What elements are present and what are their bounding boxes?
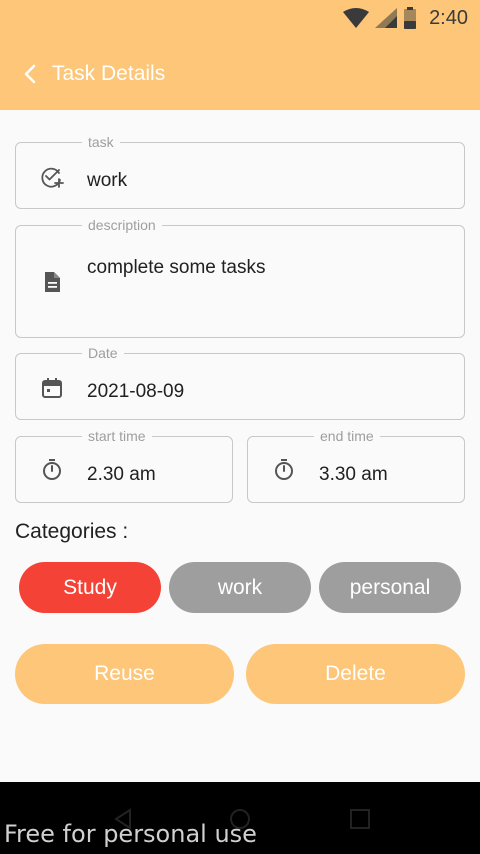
timer-icon	[275, 459, 293, 480]
delete-button[interactable]: Delete	[246, 644, 465, 704]
status-time: 2:40	[429, 6, 468, 29]
end-time-label: end time	[314, 428, 380, 444]
task-field[interactable]: task work	[15, 134, 465, 209]
date-field[interactable]: Date 2021-08-09	[15, 345, 465, 420]
start-time-value: 2.30 am	[87, 464, 156, 485]
end-time-value: 3.30 am	[319, 464, 388, 485]
delete-button-label: Delete	[325, 662, 386, 685]
wifi-icon	[343, 8, 370, 28]
category-chip-study[interactable]: Study	[19, 562, 161, 613]
watermark-text: Free for personal use	[4, 820, 257, 848]
status-bar: 2:40	[343, 6, 468, 30]
description-field[interactable]: description complete some tasks	[15, 217, 465, 338]
app-bar: 2:40 Task Details	[0, 0, 480, 110]
category-chip-label: personal	[349, 575, 431, 599]
chevron-left-icon	[24, 64, 36, 84]
category-chip-label: Study	[63, 575, 117, 599]
reuse-button-label: Reuse	[94, 662, 155, 685]
back-button[interactable]	[16, 60, 44, 88]
date-label: Date	[82, 345, 124, 361]
page-title: Task Details	[52, 62, 166, 85]
description-value: complete some tasks	[87, 257, 266, 278]
add-task-icon	[41, 167, 64, 188]
task-label: task	[82, 134, 120, 150]
recents-square-icon[interactable]	[349, 808, 371, 830]
category-chip-personal[interactable]: personal	[319, 562, 461, 613]
battery-icon	[404, 7, 417, 29]
description-label: description	[82, 217, 162, 233]
reuse-button[interactable]: Reuse	[15, 644, 234, 704]
start-time-field[interactable]: start time 2.30 am	[15, 428, 233, 503]
calendar-icon	[42, 378, 62, 398]
timer-icon	[43, 459, 61, 480]
end-time-field[interactable]: end time 3.30 am	[247, 428, 465, 503]
category-chip-label: work	[217, 575, 263, 599]
task-value: work	[87, 170, 128, 191]
date-value: 2021-08-09	[87, 381, 185, 402]
start-time-label: start time	[82, 428, 152, 444]
document-icon	[45, 272, 60, 292]
categories-title: Categories :	[15, 520, 129, 543]
category-chip-work[interactable]: work	[169, 562, 311, 613]
signal-icon	[375, 8, 398, 28]
